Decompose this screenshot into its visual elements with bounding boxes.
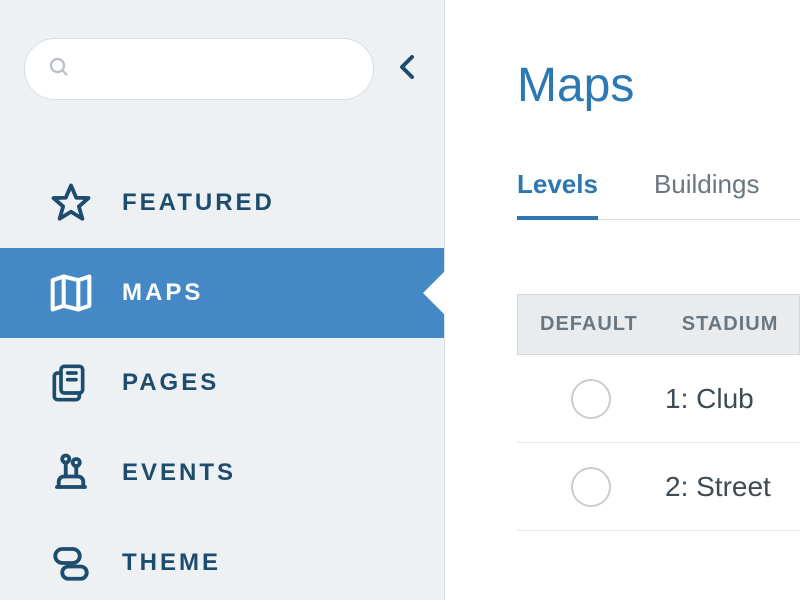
- search-icon: [47, 55, 71, 84]
- main-content: Maps Levels Buildings DEFAULT STADIUM 1:…: [445, 0, 800, 600]
- table-row[interactable]: 1: Club: [517, 355, 800, 443]
- theme-icon: [48, 542, 94, 584]
- sidebar-item-label: EVENTS: [122, 459, 236, 487]
- tabs: Levels Buildings: [517, 169, 800, 220]
- tab-buildings[interactable]: Buildings: [654, 169, 760, 219]
- search-box[interactable]: [24, 38, 374, 100]
- radio-cell: [517, 379, 665, 419]
- map-icon: [48, 271, 94, 315]
- column-header-stadium: STADIUM: [660, 295, 800, 354]
- column-header-default: DEFAULT: [518, 295, 660, 354]
- sidebar-item-label: FEATURED: [122, 189, 275, 217]
- chevron-left-icon: [398, 53, 418, 86]
- sidebar-item-theme[interactable]: THEME: [0, 518, 444, 608]
- star-icon: [48, 182, 94, 224]
- sidebar-item-label: THEME: [122, 549, 221, 577]
- row-label: 2: Street: [665, 471, 771, 503]
- search-row: [0, 0, 444, 130]
- tab-levels[interactable]: Levels: [517, 169, 598, 220]
- pages-icon: [48, 363, 94, 403]
- search-input[interactable]: [83, 59, 351, 80]
- sidebar: FEATURED MAPS PAGES: [0, 0, 445, 600]
- page-title: Maps: [517, 58, 800, 113]
- table-body: 1: Club 2: Street: [517, 355, 800, 531]
- events-icon: [48, 452, 94, 494]
- sidebar-item-pages[interactable]: PAGES: [0, 338, 444, 428]
- radio-button[interactable]: [571, 467, 611, 507]
- radio-cell: [517, 467, 665, 507]
- radio-button[interactable]: [571, 379, 611, 419]
- table-header: DEFAULT STADIUM: [517, 294, 800, 355]
- sidebar-item-maps[interactable]: MAPS: [0, 248, 444, 338]
- sidebar-item-label: PAGES: [122, 369, 219, 397]
- sidebar-nav: FEATURED MAPS PAGES: [0, 130, 444, 608]
- collapse-sidebar-button[interactable]: [392, 53, 424, 85]
- table-row[interactable]: 2: Street: [517, 443, 800, 531]
- sidebar-item-events[interactable]: EVENTS: [0, 428, 444, 518]
- row-label: 1: Club: [665, 383, 754, 415]
- sidebar-item-label: MAPS: [122, 279, 203, 307]
- sidebar-item-featured[interactable]: FEATURED: [0, 158, 444, 248]
